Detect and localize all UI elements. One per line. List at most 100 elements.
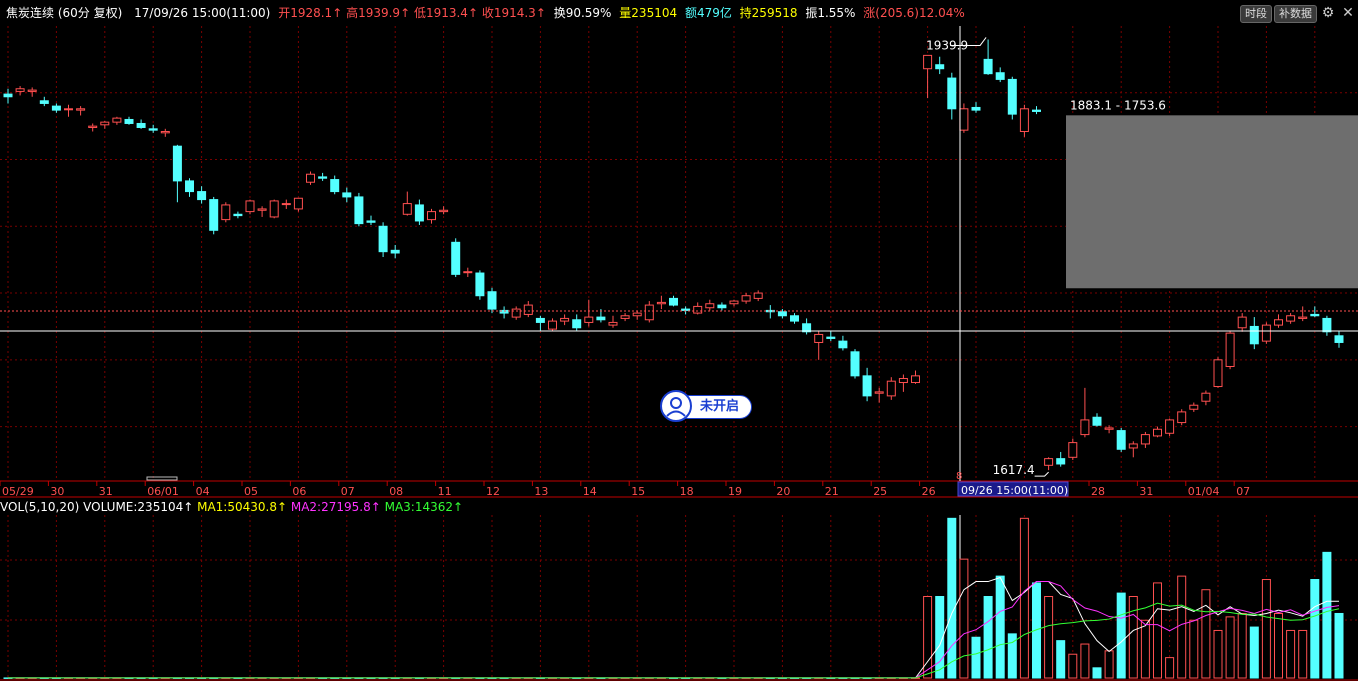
fill-data-button[interactable]: 补数据 [1274, 5, 1317, 23]
status-badge[interactable]: 未开启 [660, 390, 752, 424]
candle-body [414, 204, 424, 222]
candle-body [1153, 428, 1162, 437]
time-axis-tick-label: 31 [1139, 485, 1153, 498]
datetime-label: 17/09/26 15:00(11:00) [134, 6, 271, 20]
volume-bar [1165, 657, 1175, 679]
candle [1225, 330, 1235, 370]
candle-body [124, 118, 134, 124]
time-axis-tick-label: 25 [873, 485, 887, 498]
cursor-marker: 8 [956, 471, 962, 482]
candle-body [523, 304, 533, 315]
candle-body [27, 89, 37, 92]
time-axis-tick-label: 28 [1091, 485, 1105, 498]
candle-body [1068, 442, 1078, 458]
candle-body [995, 72, 1005, 80]
candle-body [306, 173, 315, 183]
candle-body [112, 117, 122, 123]
candle-body [608, 321, 618, 326]
candle-body [862, 375, 872, 397]
candle-body [100, 121, 110, 126]
volume-bar [1310, 579, 1320, 679]
candle [1177, 409, 1187, 426]
candle-body [172, 145, 182, 182]
candle-body [136, 122, 146, 128]
candle [1261, 322, 1271, 344]
candle-body [1032, 109, 1041, 112]
candle [269, 199, 279, 219]
selection-range-box [1066, 115, 1358, 289]
candle-body [1310, 313, 1320, 317]
volume-bar [1104, 650, 1114, 679]
candle-body [959, 108, 969, 131]
candle-body [632, 312, 642, 317]
volume-indicator-header: VOL(5,10,20) VOLUME:235104↑ MA1:50430.8↑… [0, 498, 463, 516]
candle-body [209, 199, 219, 231]
amplitude-value: 振1.55% [805, 6, 856, 20]
kline-chart[interactable]: 05/29 30 31 06/01 04 05 06 07 08 11 12 13 14 15 18 19 20… [0, 0, 1358, 681]
open-value: 开1928.1↑ [278, 6, 343, 20]
time-axis-tick-label: 04 [196, 485, 210, 498]
volume-value: 量235104 [619, 6, 678, 20]
candle-body [1261, 324, 1271, 342]
candle-body [148, 128, 158, 131]
candle-body [1274, 319, 1283, 326]
volume-bar [1080, 643, 1090, 679]
candle-body [487, 291, 497, 310]
high-price-label: 1939.9 [926, 38, 968, 52]
candle-body [717, 304, 727, 309]
volume-bar [995, 575, 1005, 679]
quote-header-bar: 焦炭连续 (60分 复权) 17/09/26 15:00(11:00) 开192… [0, 0, 1358, 26]
candle-body [620, 315, 630, 319]
candle [221, 202, 231, 223]
candle-body [826, 336, 836, 339]
candle-body [76, 108, 86, 111]
cursor-time-label: 09/26 15:00(11:00) [961, 484, 1068, 497]
candle-body [705, 303, 715, 309]
candle-body [644, 304, 654, 321]
candle-body [366, 220, 376, 223]
time-axis-tick-label: 12 [486, 485, 500, 498]
time-axis-tick-label: 14 [583, 485, 597, 498]
candle-body [1007, 78, 1017, 115]
candle-body [245, 200, 255, 213]
candle-body [814, 333, 824, 343]
vol-ma1: MA1:50430.8↑ [197, 500, 288, 514]
candle-body [402, 203, 412, 215]
candle-body [1237, 316, 1247, 329]
candle-body [281, 203, 291, 206]
candle-body [3, 93, 13, 98]
candle-body [1298, 316, 1308, 319]
amount-value: 额479亿 [684, 6, 732, 20]
volume-bar [1092, 667, 1102, 679]
candle-body [342, 192, 352, 198]
candle-body [584, 316, 594, 323]
time-axis-tick-label: 11 [438, 485, 452, 498]
vol-indicator-name: VOL(5,10,20) [0, 500, 80, 514]
volume-bar [1189, 619, 1199, 679]
time-axis-tick-label: 08 [389, 485, 403, 498]
time-period-button[interactable]: 时段 [1240, 5, 1272, 23]
candle-body [1056, 458, 1066, 465]
candle-body [1189, 404, 1199, 410]
gear-icon[interactable]: ⚙ [1320, 5, 1336, 21]
candle-body [1249, 325, 1259, 345]
volume-bar [983, 596, 993, 679]
candle-body [693, 305, 703, 314]
candle-body [15, 88, 25, 92]
candle [1213, 357, 1223, 388]
volume-bar [1298, 629, 1308, 679]
candle-body [427, 211, 436, 221]
candle-body [160, 130, 170, 134]
close-icon[interactable]: ✕ [1340, 5, 1356, 21]
user-icon [660, 390, 692, 422]
position-value: 持259518 [739, 6, 798, 20]
candle-body [1128, 443, 1138, 449]
volume-bar [1153, 582, 1162, 679]
time-axis-tick-label: 07 [341, 485, 355, 498]
volume-bar [1201, 589, 1211, 679]
candle-body [947, 77, 957, 110]
candle-body [911, 375, 920, 384]
volume-bar [1213, 629, 1223, 679]
candle-body [572, 319, 582, 329]
change-value: 涨(205.6)12.04% [863, 6, 965, 20]
